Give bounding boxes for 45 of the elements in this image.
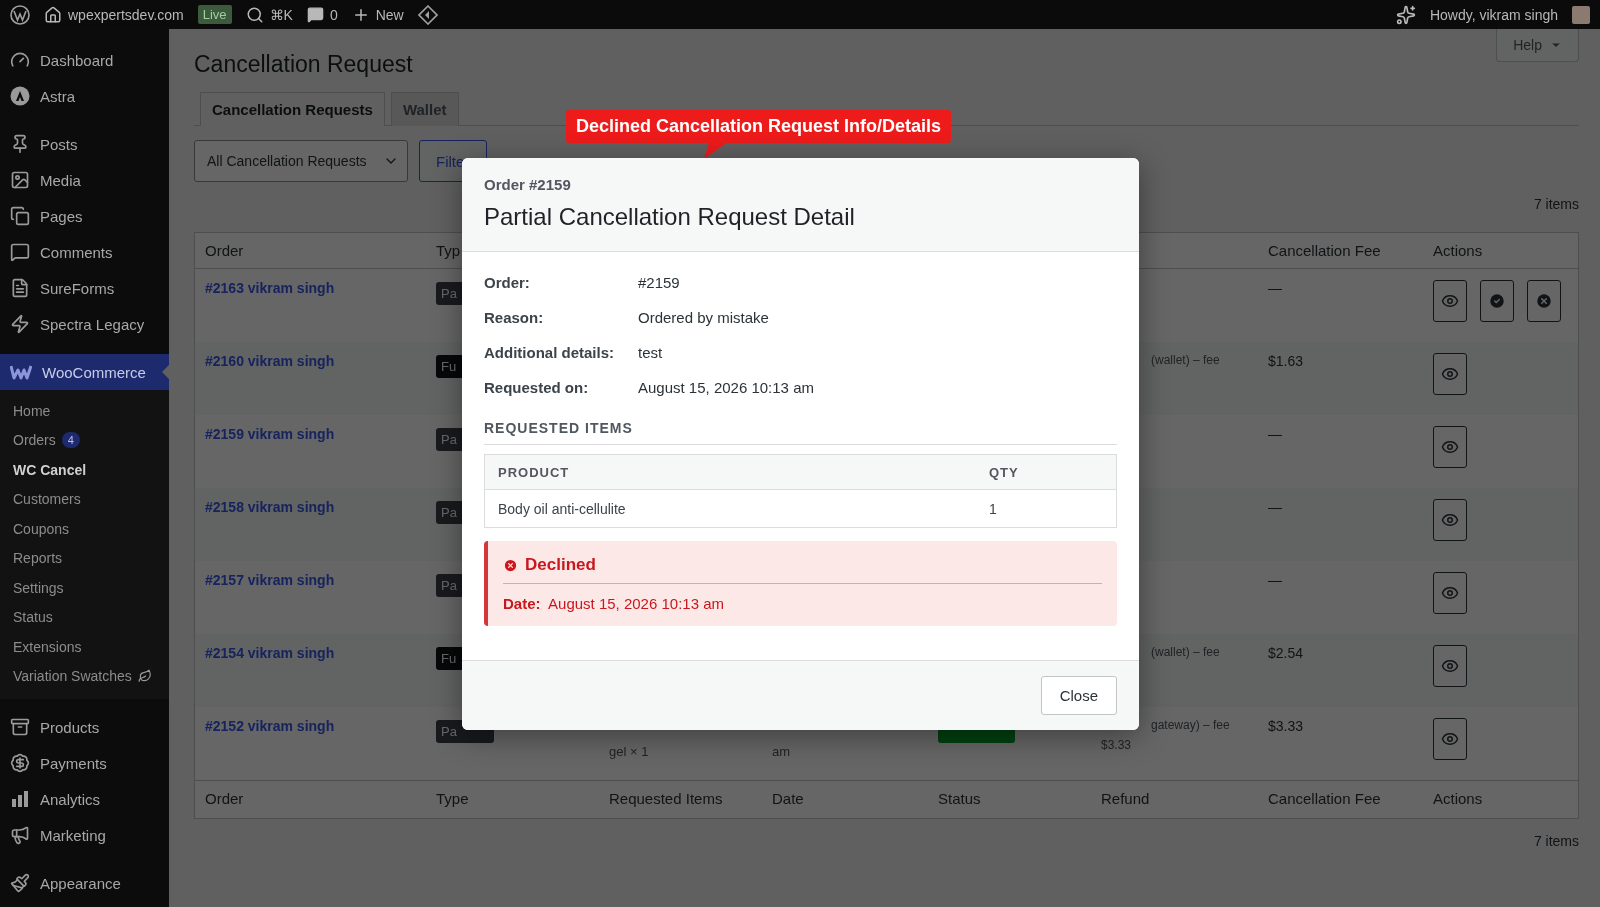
- column-header: Status: [937, 789, 982, 809]
- detail-value: Ordered by mistake: [638, 309, 770, 328]
- environment-badge: Live: [197, 5, 232, 24]
- refund-text: gateway) – fee: [1150, 718, 1230, 732]
- table-cell: gel × 1: [609, 744, 649, 759]
- column-header: Actions: [1432, 241, 1484, 261]
- item-count: 7 items: [1532, 196, 1579, 212]
- refund-text: $3.33: [1101, 738, 1132, 752]
- dialog-title: Partial Cancellation Request Detail: [484, 203, 856, 231]
- count-badge: 4: [61, 432, 80, 449]
- status-title: Declined: [525, 555, 596, 575]
- fee-text: $1.63: [1268, 353, 1304, 369]
- column-header: Cancellation Fee: [1267, 241, 1382, 261]
- refund-text: (wallet) – fee: [1150, 353, 1220, 367]
- fee-text: $2.54: [1268, 645, 1304, 661]
- fee-text: —: [1268, 280, 1282, 296]
- column-header: Type: [435, 789, 470, 809]
- table-cell: am: [772, 744, 791, 759]
- detail-label: Requested on:: [484, 379, 590, 398]
- refund-text: (wallet) – fee: [1150, 645, 1220, 659]
- column-header: Order: [204, 789, 245, 809]
- status-date: Date: August 15, 2026 10:13 am: [503, 595, 725, 612]
- fee-text: —: [1268, 572, 1282, 588]
- fee-text: —: [1268, 499, 1282, 515]
- column-header: PRODUCT: [497, 464, 571, 480]
- column-header: Requested Items: [608, 789, 724, 809]
- table-cell-text: Body oil anti-cellulite: [497, 500, 627, 517]
- fee-text: $3.33: [1268, 718, 1304, 734]
- item-count: 7 items: [1532, 833, 1579, 849]
- column-header: Order: [204, 241, 245, 261]
- column-header: QTY: [988, 464, 1020, 480]
- detail-value: #2159: [638, 274, 681, 293]
- column-header: Refund: [1100, 789, 1151, 809]
- table-cell-text: 1: [988, 500, 998, 517]
- section-heading: REQUESTED ITEMS: [484, 420, 1117, 445]
- fee-text: —: [1268, 426, 1282, 442]
- column-header: Cancellation Fee: [1267, 789, 1382, 809]
- column-header: Actions: [1432, 789, 1484, 809]
- detail-value: test: [638, 344, 664, 363]
- detail-value: August 15, 2026 10:13 am: [638, 379, 815, 398]
- column-header: Date: [771, 789, 805, 809]
- column-header: Typ: [435, 241, 462, 261]
- detail-label: Reason:: [484, 309, 545, 328]
- dialog-subtitle: Order #2159: [484, 176, 572, 193]
- page-title: Cancellation Request: [194, 51, 413, 78]
